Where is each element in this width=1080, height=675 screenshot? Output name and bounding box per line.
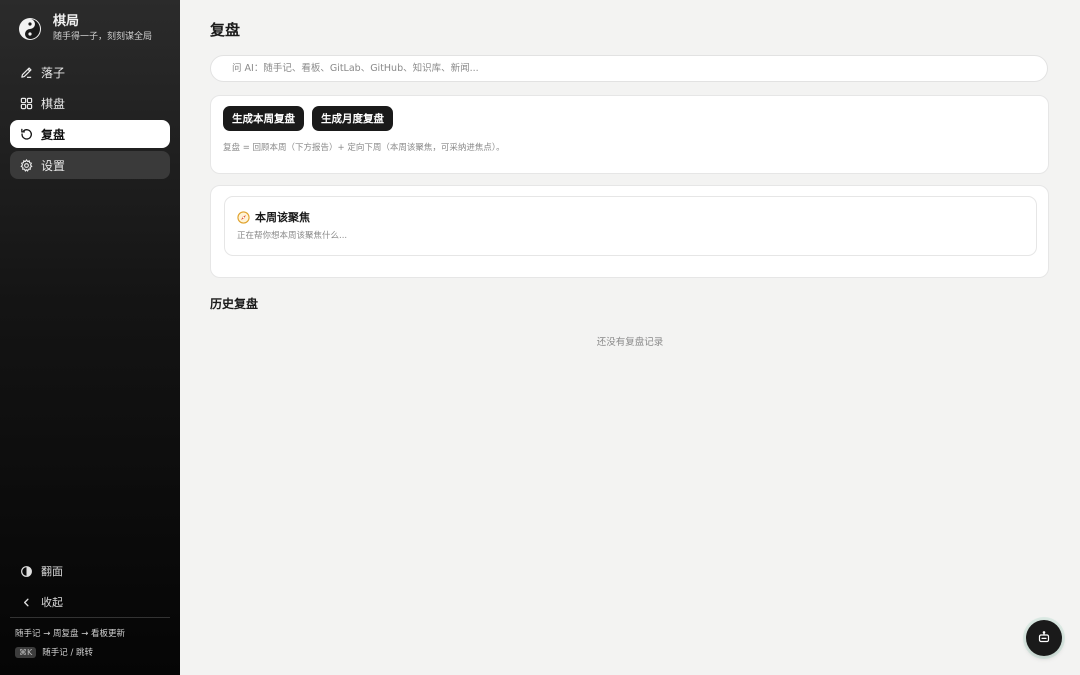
page-title: 复盘 [210,21,241,39]
generate-monthly-review-button[interactable]: 生成月度复盘 [312,106,393,131]
focus-title: 本周该聚焦 [255,211,310,224]
sidebar-divider [10,617,170,618]
sidebar-item-label: 复盘 [41,127,66,142]
history-empty-state: 还没有复盘记录 [596,337,664,348]
brand-subtitle: 随手得一子，刻刻谋全局 [53,32,153,42]
grid-icon [19,96,33,110]
ai-assistant-button[interactable] [1026,620,1062,656]
sidebar-bottom: 翻面 收起 [10,557,170,619]
sidebar-item-label: 落子 [41,65,66,80]
sidebar-item-settings[interactable]: 设置 [10,151,170,179]
shortcut-hint: ⌘K 随手记 / 跳转 [15,646,93,658]
chevron-left-icon [19,595,33,609]
sidebar-item-label: 棋盘 [41,96,66,111]
sidebar-item-qipan[interactable]: 棋盘 [10,89,170,117]
sidebar-item-luozi[interactable]: 落子 [10,58,170,86]
contrast-icon [19,564,33,578]
review-actions-card: 生成本周复盘 生成月度复盘 复盘 = 回顾本周（下方报告）+ 定向下周（本周该聚… [210,95,1049,174]
focus-title-row: 本周该聚焦 [237,209,310,225]
sidebar-nav: 落子 棋盘 复盘 设置 [10,58,170,182]
app-root: 棋局 随手得一子，刻刻谋全局 落子 棋盘 复盘 设置 翻面 收起 随手记 → 周… [0,0,1080,675]
shortcut-key: ⌘K [15,646,37,658]
focus-panel: 本周该聚焦 正在帮你想本周该聚焦什么... [224,196,1037,256]
sidebar-item-label: 设置 [41,158,66,173]
brand-title: 棋局 [53,14,80,29]
sidebar-item-fupan[interactable]: 复盘 [10,120,170,148]
focus-card: 本周该聚焦 正在帮你想本周该聚焦什么... [210,185,1049,278]
flow-hint: 随手记 → 周复盘 → 看板更新 [15,629,126,639]
theme-toggle-label: 翻面 [41,565,63,578]
main-content: 复盘 生成本周复盘 生成月度复盘 复盘 = 回顾本周（下方报告）+ 定向下周（本… [180,0,1080,675]
review-description: 复盘 = 回顾本周（下方报告）+ 定向下周（本周该聚焦，可采纳进焦点）。 [223,143,505,153]
ask-ai-bar[interactable] [210,55,1048,82]
sidebar: 棋局 随手得一子，刻刻谋全局 落子 棋盘 复盘 设置 翻面 收起 随手记 → 周… [0,0,180,675]
shortcut-desc: 随手记 / 跳转 [42,648,94,658]
collapse-label: 收起 [41,596,63,609]
gear-icon [19,158,33,172]
theme-toggle-button[interactable]: 翻面 [10,557,170,585]
generate-weekly-review-button[interactable]: 生成本周复盘 [223,106,304,131]
focus-status: 正在帮你想本周该聚焦什么... [237,231,348,241]
ask-ai-input[interactable] [230,62,1047,75]
compass-icon [237,210,250,224]
pencil-icon [19,65,33,79]
collapse-sidebar-button[interactable]: 收起 [10,588,170,616]
yin-yang-icon [19,17,41,40]
rotate-icon [19,127,33,141]
robot-icon [1037,629,1051,648]
brand: 棋局 随手得一子，刻刻谋全局 [19,14,152,43]
history-title: 历史复盘 [210,297,259,311]
